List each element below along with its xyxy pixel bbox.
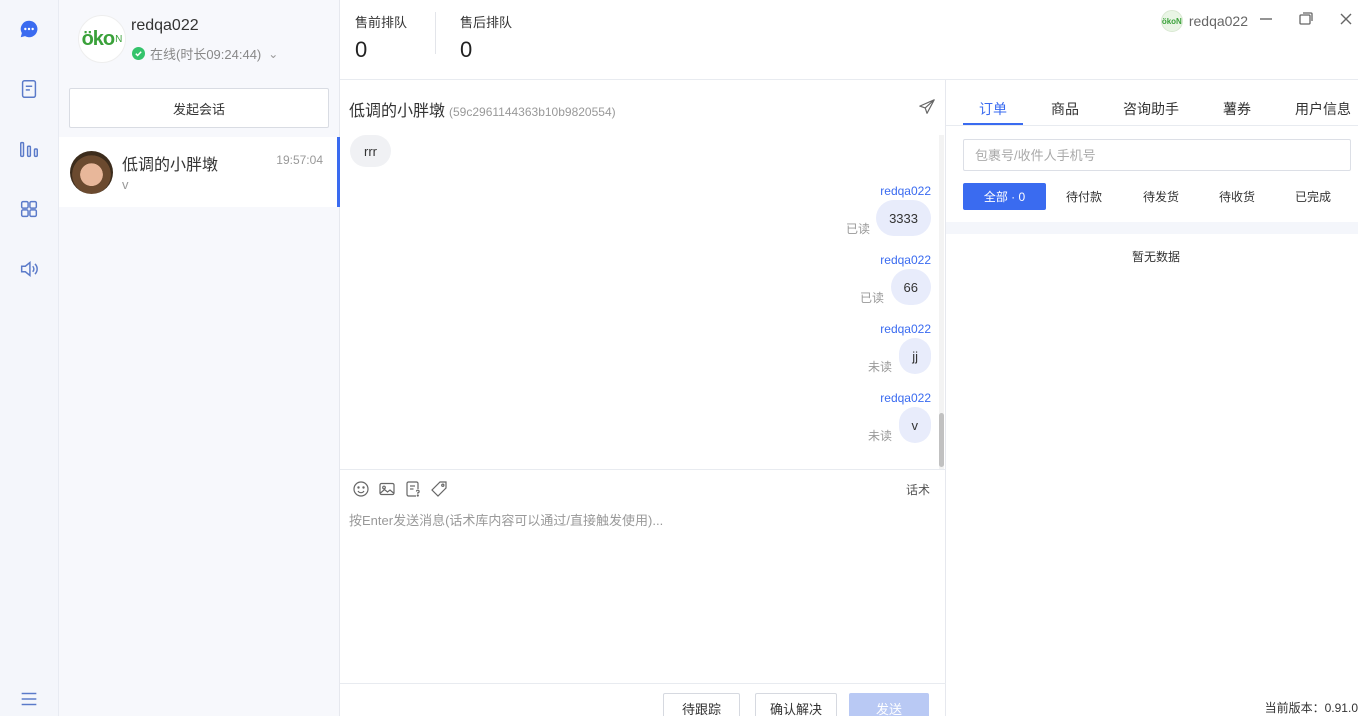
outgoing-message: v bbox=[898, 407, 931, 443]
script-library-button[interactable]: 话术 bbox=[906, 481, 930, 498]
start-conversation-button[interactable]: 发起会话 bbox=[69, 88, 329, 128]
version-label: 当前版本：0.91.0 bbox=[1264, 701, 1358, 715]
close-icon[interactable] bbox=[1337, 10, 1355, 28]
image-icon[interactable] bbox=[378, 480, 396, 498]
conversation-last-message: v bbox=[122, 177, 129, 192]
scrollbar[interactable] bbox=[939, 135, 944, 469]
avatar bbox=[70, 151, 113, 194]
maximize-icon[interactable] bbox=[1297, 10, 1315, 28]
status-text: 在线(时长09:24:44) bbox=[150, 47, 262, 62]
conversation-name: 低调的小胖墩 bbox=[122, 157, 219, 174]
emoji-icon[interactable] bbox=[352, 480, 370, 498]
tab-orders[interactable]: 订单 bbox=[979, 99, 1007, 119]
scrollbar-thumb[interactable] bbox=[939, 413, 944, 467]
order-filters: 全部 · 0 待付款 待发货 待收货 已完成 bbox=[963, 183, 1353, 210]
message-input[interactable] bbox=[349, 510, 934, 670]
active-tab-indicator bbox=[963, 123, 1023, 125]
divider bbox=[435, 12, 436, 54]
apps-grid-icon[interactable] bbox=[17, 197, 41, 221]
composer-toolbar bbox=[352, 480, 448, 498]
tab-products[interactable]: 商品 bbox=[1051, 99, 1079, 119]
filter-to-ship[interactable]: 待发货 bbox=[1131, 183, 1191, 210]
brand-logo: öko N bbox=[78, 15, 126, 63]
chat-bubble-icon[interactable] bbox=[17, 17, 41, 41]
tab-assistant[interactable]: 咨询助手 bbox=[1123, 99, 1179, 119]
quick-reply-icon[interactable] bbox=[404, 480, 422, 498]
order-search-input[interactable] bbox=[963, 139, 1351, 171]
composer: 话术 bbox=[340, 469, 946, 683]
message-sender: redqa022 bbox=[880, 322, 931, 336]
send-plane-icon[interactable] bbox=[918, 98, 936, 116]
chevron-down-icon: ⌄ bbox=[268, 46, 279, 61]
aftersale-label: 售后排队 bbox=[460, 15, 513, 30]
filter-unpaid[interactable]: 待付款 bbox=[1054, 183, 1114, 210]
follow-up-button[interactable]: 待跟踪 bbox=[663, 693, 740, 716]
icon-rail bbox=[0, 0, 59, 716]
filter-to-receive[interactable]: 待收货 bbox=[1207, 183, 1267, 210]
minimize-icon[interactable] bbox=[1257, 10, 1275, 28]
tab-coupons[interactable]: 薯券 bbox=[1223, 99, 1251, 119]
message-sender: redqa022 bbox=[880, 184, 931, 198]
presale-count: 0 bbox=[355, 37, 368, 62]
top-bar: 售前排队 0 售后排队 0 ökoN redqa022 bbox=[340, 0, 1358, 80]
conversation-item[interactable]: 低调的小胖墩 19:57:04 v bbox=[59, 137, 340, 207]
tab-user-info[interactable]: 用户信息 bbox=[1295, 99, 1351, 119]
message-sender: redqa022 bbox=[880, 253, 931, 267]
bar-chart-icon[interactable] bbox=[17, 137, 41, 161]
outgoing-message: jj bbox=[899, 338, 931, 374]
tag-icon[interactable] bbox=[430, 480, 448, 498]
user-avatar: ökoN bbox=[1160, 10, 1183, 32]
profile-header: öko N redqa022 在线(时长09:24:44) ⌄ bbox=[59, 0, 340, 80]
chat-header: 低调的小胖墩 (59c2961144363b10b9820554) bbox=[340, 80, 946, 135]
current-user[interactable]: ökoN redqa022 bbox=[1160, 10, 1248, 32]
chat-title: 低调的小胖墩 (59c2961144363b10b9820554) bbox=[349, 97, 616, 121]
chat-user-id: (59c2961144363b10b9820554) bbox=[449, 105, 616, 119]
message-sender: redqa022 bbox=[880, 391, 931, 405]
outgoing-message: 3333 bbox=[876, 200, 931, 236]
aftersale-queue: 售后排队 0 bbox=[460, 12, 512, 63]
side-panel: 订单 商品 咨询助手 薯券 用户信息 全部 · 0 待付款 待发货 待收货 已完… bbox=[946, 80, 1358, 716]
resolve-button[interactable]: 确认解决 bbox=[755, 693, 837, 716]
read-state: 未读 bbox=[867, 429, 892, 443]
app-window: öko N redqa022 在线(时长09:24:44) ⌄ 发起会话 低调的小… bbox=[0, 0, 1358, 716]
document-icon[interactable] bbox=[17, 77, 41, 101]
status-dropdown[interactable]: 在线(时长09:24:44) ⌄ bbox=[132, 44, 278, 63]
incoming-message: rrr bbox=[350, 135, 391, 167]
presale-queue: 售前排队 0 bbox=[355, 12, 407, 63]
conversation-time: 19:57:04 bbox=[276, 153, 323, 167]
presale-label: 售前排队 bbox=[355, 15, 408, 30]
aftersale-count: 0 bbox=[460, 37, 473, 62]
read-state: 已读 bbox=[845, 222, 870, 236]
send-button[interactable]: 发送 bbox=[849, 693, 929, 716]
logo-sub: N bbox=[115, 33, 123, 45]
section-divider bbox=[946, 222, 1358, 234]
chat-panel: 低调的小胖墩 (59c2961144363b10b9820554) rrr red… bbox=[340, 80, 946, 716]
menu-icon[interactable] bbox=[17, 687, 41, 711]
logo-text: öko bbox=[81, 27, 116, 50]
contacts-panel: öko N redqa022 在线(时长09:24:44) ⌄ 发起会话 低调的小… bbox=[59, 0, 340, 716]
chat-actions: 待跟踪 确认解决 发送 bbox=[340, 683, 946, 716]
filter-completed[interactable]: 已完成 bbox=[1283, 183, 1343, 210]
side-tabs: 订单 商品 咨询助手 薯券 用户信息 bbox=[946, 80, 1358, 126]
profile-name: redqa022 bbox=[131, 17, 199, 34]
filter-all[interactable]: 全部 · 0 bbox=[963, 183, 1046, 210]
read-state: 已读 bbox=[859, 291, 884, 305]
speaker-icon[interactable] bbox=[17, 257, 41, 281]
chat-user-name: 低调的小胖墩 bbox=[349, 103, 446, 120]
current-user-name: redqa022 bbox=[1188, 13, 1248, 29]
read-state: 未读 bbox=[867, 360, 892, 374]
empty-state: 暂无数据 bbox=[1131, 250, 1180, 264]
outgoing-message: 66 bbox=[890, 269, 931, 305]
message-list: rrr redqa022 3333 已读 redqa022 66 已读 redq… bbox=[340, 135, 946, 469]
online-check-icon bbox=[132, 47, 145, 60]
